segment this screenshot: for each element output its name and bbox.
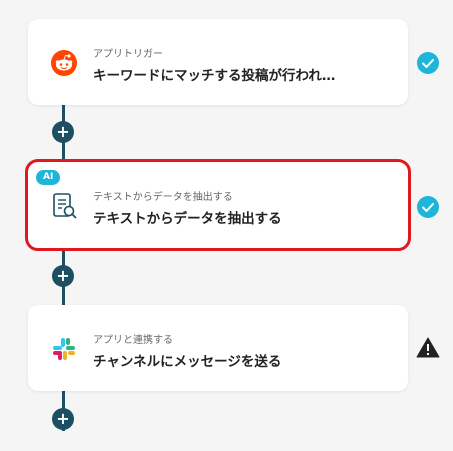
- step-subtitle: アプリトリガー: [93, 49, 163, 60]
- step-title: キーワードにマッチする投稿が行われ…: [93, 68, 336, 84]
- add-step-button[interactable]: +: [52, 408, 74, 430]
- check-icon: [416, 51, 440, 75]
- step-card-slack[interactable]: アプリと連携する チャンネルにメッセージを送る: [28, 305, 408, 391]
- step-subtitle: アプリと連携する: [93, 335, 173, 346]
- step-card-ai-extract[interactable]: テキストからデータを抽出する テキストからデータを抽出する: [25, 159, 411, 251]
- step-subtitle: テキストからデータを抽出する: [93, 192, 233, 203]
- warning-icon: [416, 336, 440, 360]
- reddit-icon: [48, 47, 80, 79]
- slack-icon: [48, 333, 80, 365]
- document-search-icon: [48, 190, 80, 222]
- add-step-button[interactable]: +: [52, 265, 74, 287]
- step-card-trigger[interactable]: アプリトリガー キーワードにマッチする投稿が行われ…: [28, 19, 408, 105]
- ai-badge: AI: [36, 170, 61, 185]
- check-icon: [416, 195, 440, 219]
- step-title: チャンネルにメッセージを送る: [93, 354, 282, 370]
- add-step-button[interactable]: +: [52, 121, 74, 143]
- step-title: テキストからデータを抽出する: [93, 211, 282, 227]
